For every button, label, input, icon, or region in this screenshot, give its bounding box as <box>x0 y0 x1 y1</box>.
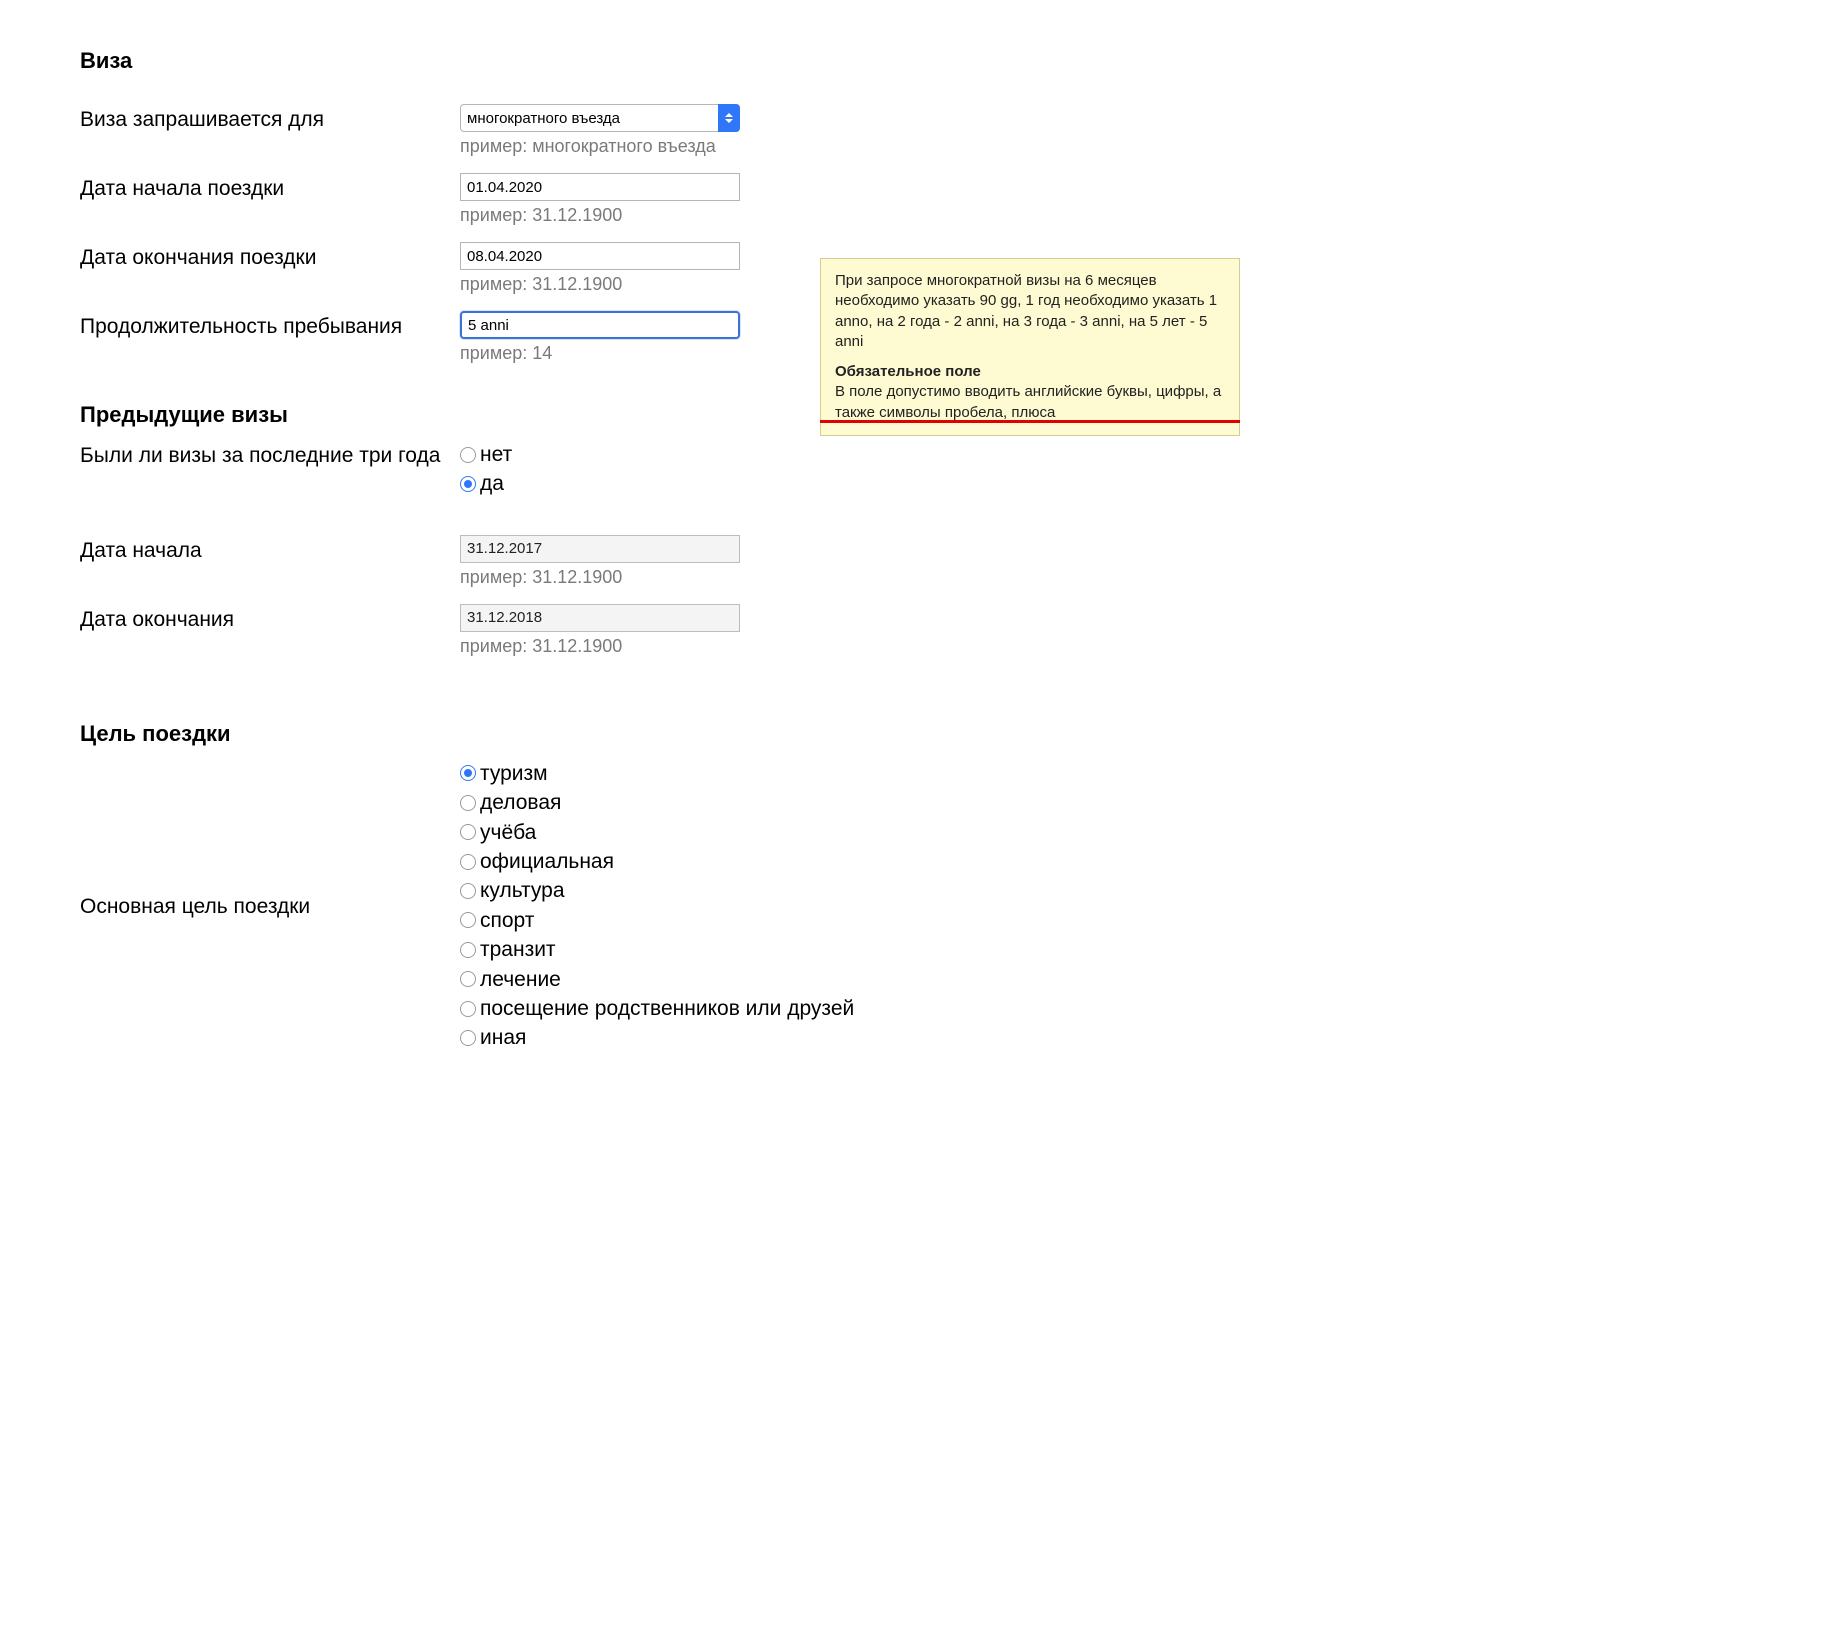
input-prev-end[interactable] <box>460 604 740 632</box>
radio-purpose-2[interactable] <box>460 824 476 840</box>
label-duration: Продолжительность пребывания <box>80 311 460 341</box>
radio-had-visas-no[interactable] <box>460 447 476 463</box>
radio-label-purpose-4: культура <box>480 876 565 905</box>
example-prev-end: пример: 31.12.1900 <box>460 636 760 657</box>
tooltip-para1: При запросе многократной визы на 6 месяц… <box>835 271 1225 352</box>
example-visa-requested-for: пример: многократного въезда <box>460 136 760 157</box>
radio-purpose-0[interactable] <box>460 765 476 781</box>
label-start-date: Дата начала поездки <box>80 173 460 203</box>
radio-label-purpose-8: посещение родственников или друзей <box>480 994 854 1023</box>
radio-purpose-4[interactable] <box>460 883 476 899</box>
radio-purpose-7[interactable] <box>460 971 476 987</box>
radio-group-had-visas: нет да <box>460 440 760 499</box>
radio-label-purpose-6: транзит <box>480 935 556 964</box>
example-start-date: пример: 31.12.1900 <box>460 205 760 226</box>
input-prev-start[interactable] <box>460 535 740 563</box>
radio-purpose-3[interactable] <box>460 854 476 870</box>
tooltip-duration-help: При запросе многократной визы на 6 месяц… <box>820 258 1240 436</box>
radio-purpose-1[interactable] <box>460 795 476 811</box>
section-title-visa: Виза <box>80 48 1760 74</box>
input-end-date[interactable] <box>460 242 740 270</box>
radio-label-purpose-2: учёба <box>480 818 536 847</box>
radio-label-no: нет <box>480 440 512 469</box>
example-duration: пример: 14 <box>460 343 760 364</box>
radio-purpose-9[interactable] <box>460 1030 476 1046</box>
radio-purpose-5[interactable] <box>460 912 476 928</box>
radio-group-purpose: туризмделоваяучёбаофициальнаякультураспо… <box>460 759 860 1053</box>
radio-purpose-6[interactable] <box>460 942 476 958</box>
radio-had-visas-yes[interactable] <box>460 476 476 492</box>
radio-label-purpose-0: туризм <box>480 759 548 788</box>
radio-label-yes: да <box>480 469 504 498</box>
label-had-visas: Были ли визы за последние три года <box>80 440 460 470</box>
label-prev-start: Дата начала <box>80 535 460 565</box>
example-end-date: пример: 31.12.1900 <box>460 274 760 295</box>
tooltip-underline <box>820 420 1240 423</box>
label-end-date: Дата окончания поездки <box>80 242 460 272</box>
radio-label-purpose-7: лечение <box>480 965 561 994</box>
radio-label-purpose-1: деловая <box>480 788 561 817</box>
label-prev-end: Дата окончания <box>80 604 460 634</box>
tooltip-strong: Обязательное поле <box>835 362 1225 382</box>
input-duration[interactable] <box>460 311 740 339</box>
input-start-date[interactable] <box>460 173 740 201</box>
radio-label-purpose-3: официальная <box>480 847 614 876</box>
label-visa-requested-for: Виза запрашивается для <box>80 104 460 134</box>
radio-label-purpose-9: иная <box>480 1023 526 1052</box>
select-visa-requested-for[interactable]: многократного въезда <box>460 104 740 132</box>
tooltip-para2: В поле допустимо вводить английские букв… <box>835 382 1225 423</box>
example-prev-start: пример: 31.12.1900 <box>460 567 760 588</box>
radio-label-purpose-5: спорт <box>480 906 534 935</box>
label-main-purpose: Основная цель поездки <box>80 891 460 921</box>
section-title-trip-purpose: Цель поездки <box>80 721 1760 747</box>
radio-purpose-8[interactable] <box>460 1001 476 1017</box>
